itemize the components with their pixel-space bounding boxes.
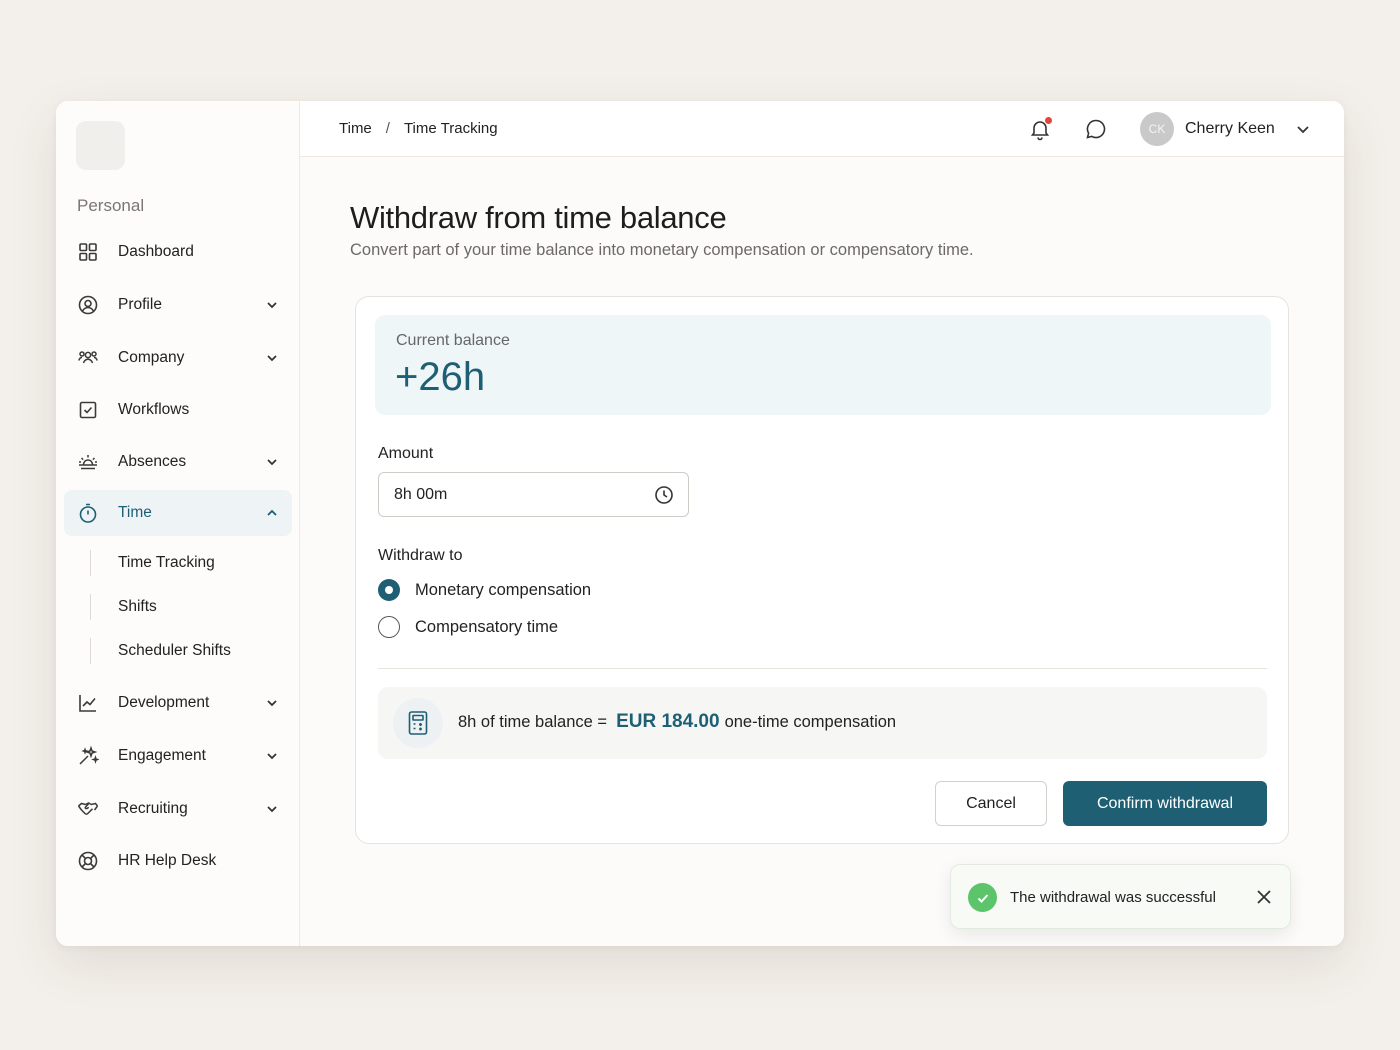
balance-caption: Current balance <box>396 332 510 349</box>
summary-amount: EUR 184.00 <box>616 711 720 732</box>
handshake-icon <box>77 798 99 820</box>
summary-text: 8h of time balance = EUR 184.00 one-time… <box>458 711 896 733</box>
sidebar-item-dashboard[interactable]: Dashboard <box>64 229 292 275</box>
chevron-down-icon[interactable] <box>1294 120 1312 138</box>
sidebar-item-label: Workflows <box>118 401 190 418</box>
check-circle-icon <box>968 883 997 912</box>
breadcrumb-separator: / <box>385 120 390 137</box>
summary-suffix: one-time compensation <box>724 713 897 731</box>
user-circle-icon <box>77 294 99 316</box>
lifebuoy-icon <box>77 850 99 872</box>
clock-icon[interactable] <box>654 485 674 505</box>
sidebar-item-label: Company <box>118 349 185 366</box>
sidebar-item-company[interactable]: Company <box>64 335 292 381</box>
checkbox-icon <box>77 399 99 421</box>
sidebar-item-label: Profile <box>118 296 162 313</box>
sidebar-item-profile[interactable]: Profile <box>64 282 292 328</box>
sidebar-item-label: Engagement <box>118 747 206 764</box>
amount-label: Amount <box>378 445 434 462</box>
sidebar-item-label: Time <box>118 504 152 521</box>
grid-icon <box>77 241 99 263</box>
chat-icon[interactable] <box>1084 117 1108 141</box>
notification-dot <box>1045 117 1052 124</box>
sidebar-subitem-shifts[interactable]: Shifts <box>90 593 157 621</box>
radio-compensatory-time[interactable]: Compensatory time <box>378 615 558 639</box>
sidebar-item-label: Development <box>118 694 210 711</box>
page-subtitle: Convert part of your time balance into m… <box>350 241 974 259</box>
sidebar-section-label: Personal <box>77 196 145 215</box>
radio-monetary-compensation[interactable]: Monetary compensation <box>378 578 591 602</box>
sidebar-item-label: Recruiting <box>118 800 188 817</box>
page-content: Withdraw from time balance Convert part … <box>300 157 1344 946</box>
main-area: Time / Time Tracking CK Cherry Keen With… <box>300 101 1344 946</box>
sidebar-item-engagement[interactable]: Engagement <box>64 733 292 779</box>
subitem-indicator <box>90 638 91 664</box>
sidebar-item-hr-help-desk[interactable]: HR Help Desk <box>64 838 292 884</box>
sidebar-item-label: HR Help Desk <box>118 852 217 869</box>
sidebar-item-time[interactable]: Time <box>64 490 292 536</box>
divider <box>378 668 1267 669</box>
sidebar-item-workflows[interactable]: Workflows <box>64 387 292 433</box>
success-toast: The withdrawal was successful <box>950 864 1291 929</box>
sunrise-icon <box>77 451 99 473</box>
sidebar-item-absences[interactable]: Absences <box>64 439 292 485</box>
subitem-indicator <box>90 594 91 620</box>
amount-value[interactable]: 8h 00m <box>394 486 447 504</box>
breadcrumb-current: Time Tracking <box>403 120 498 137</box>
sidebar-subitem-label: Shifts <box>118 598 157 615</box>
sidebar-subitem-time-tracking[interactable]: Time Tracking <box>90 549 215 577</box>
app-window: Personal Dashboard Profile Company Workf… <box>56 101 1344 946</box>
radio-button-selected[interactable] <box>378 579 400 601</box>
breadcrumb: Time / Time Tracking <box>339 120 498 137</box>
withdraw-card: Current balance +26h Amount 8h 00m Withd… <box>355 296 1289 844</box>
chevron-down-icon[interactable] <box>264 350 280 366</box>
chevron-up-icon[interactable] <box>264 505 280 521</box>
bell-icon[interactable] <box>1028 117 1052 141</box>
amount-input[interactable]: 8h 00m <box>378 472 689 517</box>
chart-line-icon <box>77 692 99 714</box>
sidebar-subitem-label: Time Tracking <box>118 554 215 571</box>
user-name[interactable]: Cherry Keen <box>1185 120 1275 138</box>
sparkle-icon <box>77 745 99 767</box>
sidebar-item-label: Absences <box>118 453 187 470</box>
chevron-down-icon[interactable] <box>264 454 280 470</box>
subitem-indicator <box>90 550 91 576</box>
sidebar-item-recruiting[interactable]: Recruiting <box>64 786 292 832</box>
chevron-down-icon[interactable] <box>264 748 280 764</box>
sidebar-item-development[interactable]: Development <box>64 680 292 726</box>
radio-label: Monetary compensation <box>415 580 592 599</box>
breadcrumb-parent[interactable]: Time <box>339 120 372 137</box>
chevron-down-icon[interactable] <box>264 801 280 817</box>
sidebar-item-label: Dashboard <box>118 243 194 260</box>
summary-prefix: 8h of time balance = <box>458 713 608 731</box>
withdraw-to-label: Withdraw to <box>378 547 463 564</box>
current-balance-panel: Current balance +26h <box>375 315 1271 415</box>
sidebar-subitem-label: Scheduler Shifts <box>118 642 231 659</box>
confirm-withdrawal-button[interactable]: Confirm withdrawal <box>1063 781 1267 826</box>
stopwatch-icon <box>77 502 99 524</box>
cancel-button[interactable]: Cancel <box>935 781 1047 826</box>
calculator-icon <box>393 698 443 748</box>
radio-label: Compensatory time <box>415 617 559 636</box>
sidebar-subitem-scheduler-shifts[interactable]: Scheduler Shifts <box>90 637 231 665</box>
balance-value: +26h <box>395 355 486 399</box>
compensation-summary: 8h of time balance = EUR 184.00 one-time… <box>378 687 1267 759</box>
chevron-down-icon[interactable] <box>264 695 280 711</box>
radio-button[interactable] <box>378 616 400 638</box>
page-title: Withdraw from time balance <box>350 200 727 235</box>
avatar[interactable]: CK <box>1140 112 1174 146</box>
top-bar: Time / Time Tracking CK Cherry Keen <box>300 101 1344 157</box>
chevron-down-icon[interactable] <box>264 297 280 313</box>
close-icon[interactable] <box>1255 888 1273 906</box>
toast-message: The withdrawal was successful <box>1010 889 1216 906</box>
users-icon <box>77 347 99 369</box>
sidebar: Personal Dashboard Profile Company Workf… <box>56 101 300 946</box>
company-logo[interactable] <box>76 121 125 170</box>
